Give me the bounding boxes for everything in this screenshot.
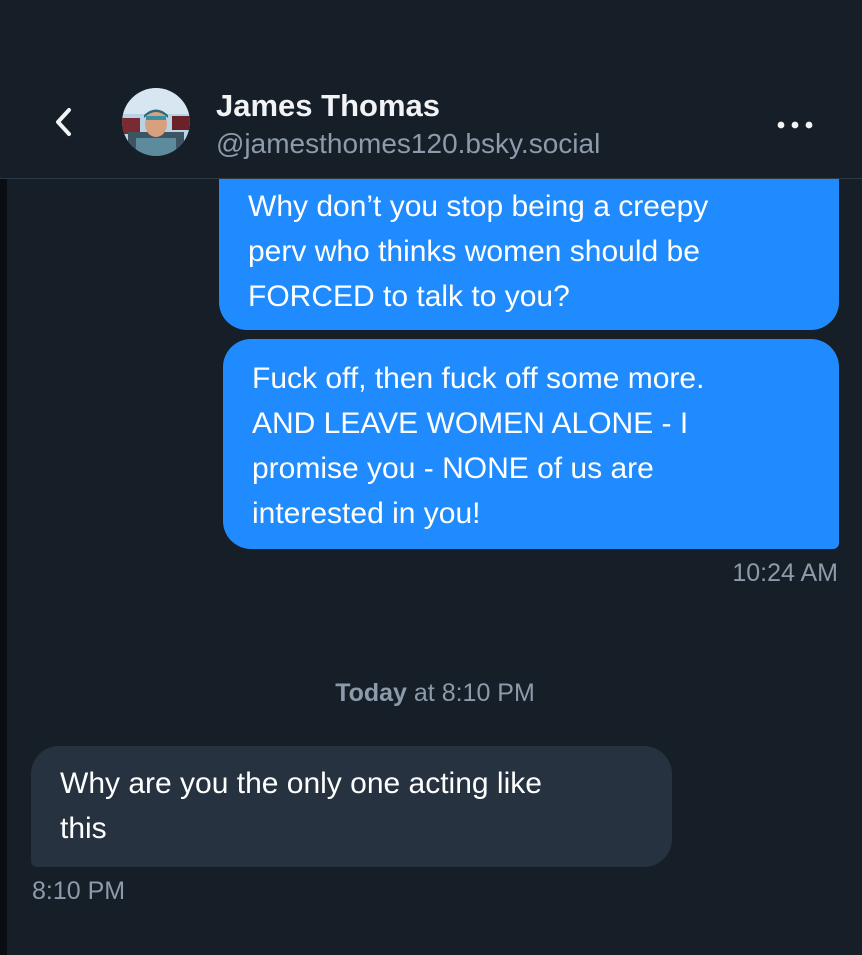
contact-display-name[interactable]: James Thomas xyxy=(216,88,440,124)
more-horizontal-icon xyxy=(777,121,813,129)
more-options-button[interactable] xyxy=(770,108,820,142)
date-separator: Today at 8:10 PM xyxy=(0,679,862,708)
back-button[interactable] xyxy=(44,100,84,144)
message-timestamp: 10:24 AM xyxy=(732,559,838,587)
avatar[interactable] xyxy=(122,88,190,156)
date-separator-day: Today xyxy=(335,679,407,707)
message-list: Why don’t you stop being a creepy perv w… xyxy=(0,179,862,955)
contact-handle[interactable]: @jamesthomes120.bsky.social xyxy=(216,128,600,160)
message-bubble-outgoing[interactable]: Fuck off, then fuck off some more. AND L… xyxy=(223,339,839,549)
chevron-left-icon xyxy=(56,108,71,136)
message-timestamp: 8:10 PM xyxy=(32,877,126,905)
chat-screen: James Thomas @jamesthomes120.bsky.social… xyxy=(0,0,862,955)
message-bubble-incoming[interactable]: Why are you the only one acting like thi… xyxy=(31,746,672,867)
conversation-header: James Thomas @jamesthomes120.bsky.social xyxy=(0,0,862,179)
message-bubble-outgoing[interactable]: Why don’t you stop being a creepy perv w… xyxy=(219,179,839,330)
date-separator-time: at 8:10 PM xyxy=(406,679,535,707)
